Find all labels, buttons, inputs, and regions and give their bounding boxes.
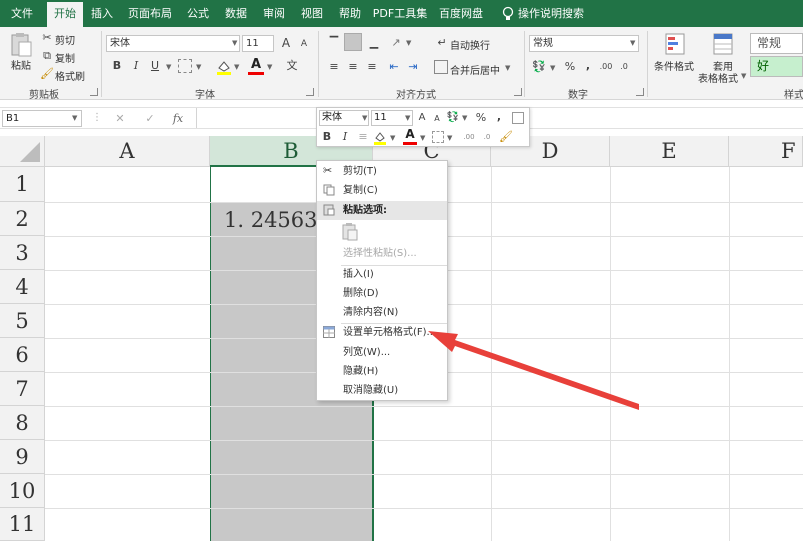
annotation-arrow	[428, 331, 639, 410]
